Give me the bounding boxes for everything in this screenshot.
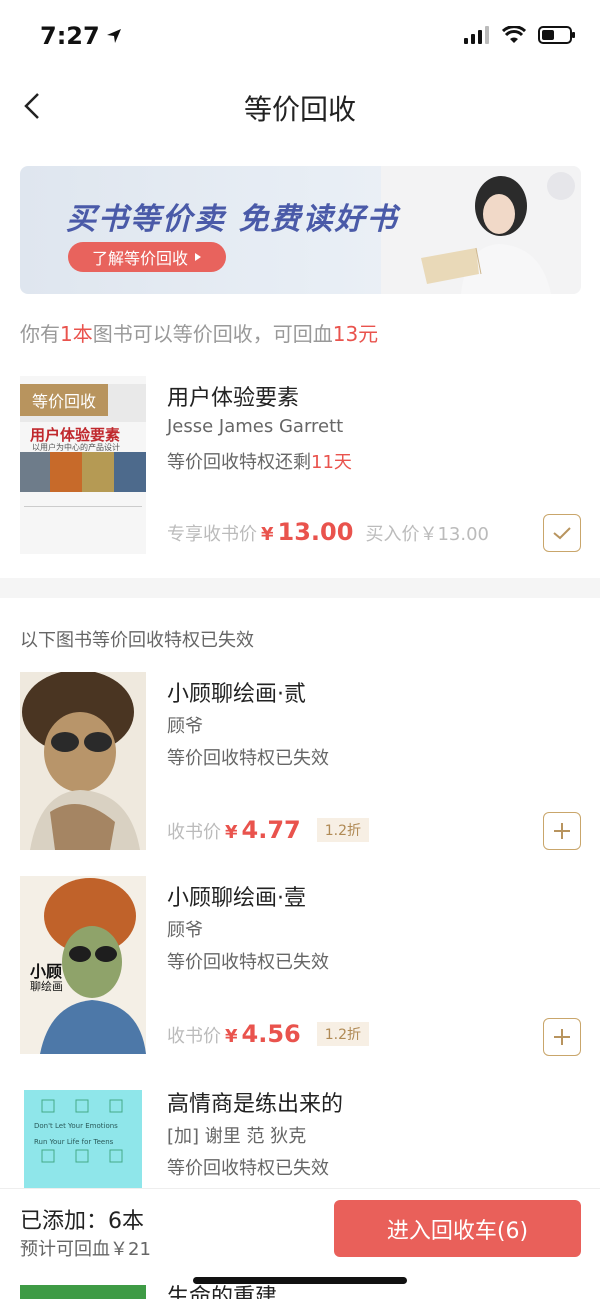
summary-prefix: 你有 bbox=[20, 322, 60, 346]
time-label: 7:27 bbox=[40, 22, 100, 50]
book-cover: 小顾 聊绘画 bbox=[20, 876, 146, 1054]
recycle-summary: 你有1本图书可以等价回收，可回血13元 bbox=[20, 318, 378, 347]
book-author: [加] 谢里 范 狄克 bbox=[167, 1126, 307, 1147]
book-cover bbox=[20, 1285, 146, 1299]
price-row: 收书价 ¥ 4.77 1.2折 bbox=[167, 816, 370, 844]
book-author: 顾爷 bbox=[167, 920, 203, 941]
add-button[interactable] bbox=[543, 812, 581, 850]
recycle-tag: 等价回收 bbox=[20, 384, 109, 416]
nav-bar: 等价回收 bbox=[0, 70, 600, 144]
discount-badge: 1.2折 bbox=[316, 818, 370, 842]
summary-count: 1本 bbox=[60, 322, 93, 346]
price-row: 专享收书价 ¥ 13.00 买入价￥13.00 bbox=[167, 518, 489, 546]
cover-line-1: Don't Let Your Emotions bbox=[34, 1122, 118, 1130]
price-label: 收书价 bbox=[167, 1026, 221, 1047]
price-value: 4.56 bbox=[241, 1020, 301, 1048]
buy-price: 买入价￥13.00 bbox=[365, 524, 489, 545]
cover-line-2: Run Your Life for Teens bbox=[34, 1138, 114, 1146]
check-icon bbox=[553, 527, 571, 540]
status-bar: 7:27 bbox=[0, 0, 600, 70]
location-arrow-icon bbox=[106, 29, 121, 43]
estimate-amount: 预计可回血￥21 bbox=[20, 1239, 151, 1260]
book-author: 顾爷 bbox=[167, 716, 203, 737]
status-time: 7:27 bbox=[40, 22, 122, 50]
bottom-bar: 已添加：6本 预计可回血￥21 进入回收车(6) 生命的重建 bbox=[0, 1188, 600, 1299]
book-cover bbox=[20, 672, 146, 850]
recycle-cart-button[interactable]: 进入回收车(6) bbox=[334, 1200, 581, 1257]
status-prefix: 等价回收特权还剩 bbox=[167, 452, 311, 473]
book-title: 小顾聊绘画·壹 bbox=[167, 886, 306, 911]
summary-amount: 13元 bbox=[332, 322, 379, 346]
triangle-right-icon bbox=[195, 253, 201, 261]
wifi-icon bbox=[502, 26, 526, 43]
book-status: 等价回收特权已失效 bbox=[167, 952, 329, 973]
book-title: 高情商是练出来的 bbox=[167, 1092, 344, 1117]
reading-woman-illustration bbox=[381, 166, 581, 294]
price-row: 收书价 ¥ 4.56 1.2折 bbox=[167, 1020, 370, 1048]
discount-badge: 1.2折 bbox=[316, 1022, 370, 1046]
home-indicator bbox=[193, 1277, 407, 1284]
price-value: 4.77 bbox=[241, 816, 301, 844]
add-button[interactable] bbox=[543, 1018, 581, 1056]
book-status: 等价回收特权还剩11天 bbox=[167, 448, 352, 474]
price-label: 专享收书价 bbox=[167, 524, 257, 545]
plus-icon bbox=[554, 1029, 570, 1045]
expired-book-item[interactable]: 小顾聊绘画·贰 顾爷 等价回收特权已失效 收书价 ¥ 4.77 1.2折 bbox=[0, 672, 600, 852]
banner-headline: 买书等价卖 免费读好书 bbox=[66, 202, 399, 237]
added-count: 已添加：6本 bbox=[20, 1209, 144, 1234]
book-status: 等价回收特权已失效 bbox=[167, 748, 329, 769]
book-title: 小顾聊绘画·贰 bbox=[167, 682, 306, 707]
price-value: 13.00 bbox=[277, 518, 354, 546]
price-label: 收书价 bbox=[167, 822, 221, 843]
currency-symbol: ¥ bbox=[225, 1026, 238, 1047]
book-status: 等价回收特权已失效 bbox=[167, 1158, 329, 1179]
expired-section-label: 以下图书等价回收特权已失效 bbox=[20, 630, 254, 651]
page-title: 等价回收 bbox=[243, 93, 356, 126]
promo-banner[interactable]: 买书等价卖 免费读好书 了解等价回收 bbox=[20, 166, 581, 294]
book-title: 用户体验要素 bbox=[167, 386, 300, 411]
battery-icon bbox=[538, 26, 575, 44]
signal-icon bbox=[464, 26, 489, 44]
expired-book-item[interactable]: 小顾 聊绘画 小顾聊绘画·壹 顾爷 等价回收特权已失效 收书价 ¥ 4.56 1… bbox=[0, 876, 600, 1056]
book-author: Jesse James Garrett bbox=[167, 416, 344, 437]
currency-symbol: ¥ bbox=[225, 822, 238, 843]
book-cover: Don't Let Your Emotions Run Your Life fo… bbox=[20, 1084, 146, 1188]
currency-symbol: ¥ bbox=[261, 524, 274, 545]
expired-book-item[interactable]: Don't Let Your Emotions Run Your Life fo… bbox=[0, 1084, 600, 1188]
status-days: 11天 bbox=[311, 452, 352, 473]
eligible-book-item[interactable]: 用户体验要素 以用户为中心的产品设计 等价回收 用户体验要素 Jesse Jam… bbox=[0, 376, 600, 566]
select-checkbox[interactable] bbox=[543, 514, 581, 552]
cover-subtitle: 聊绘画 bbox=[30, 980, 63, 993]
summary-middle: 图书可以等价回收，可回血 bbox=[92, 322, 333, 346]
cover-subtitle: 以用户为中心的产品设计 bbox=[32, 443, 120, 452]
learn-more-button[interactable]: 了解等价回收 bbox=[68, 242, 226, 272]
plus-icon bbox=[554, 823, 570, 839]
section-divider bbox=[0, 578, 600, 598]
learn-more-label: 了解等价回收 bbox=[91, 249, 188, 268]
